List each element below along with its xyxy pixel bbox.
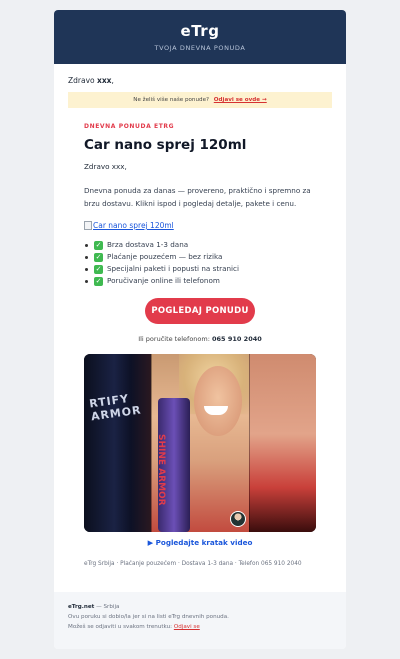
- view-offer-button[interactable]: POGLEDAJ PONUDU: [145, 298, 255, 324]
- email-card: eTrg TVOJA DNEVNA PONUDA Zdravo xxx, Ne …: [54, 10, 346, 649]
- list-item: ✓ Specijalni paketi i popusti na stranici: [84, 263, 316, 275]
- bullet-icon: [85, 267, 88, 271]
- video-thumbnail[interactable]: RTIFY ARMOR SHINE ARMOR: [84, 354, 316, 532]
- list-item: ✓ Poručivanje online ili telefonom: [84, 275, 316, 287]
- phone-order-line: Ili poručite telefonom: 065 910 2040: [138, 335, 262, 343]
- offer-title: Car nano sprej 120ml: [84, 137, 247, 153]
- product-image-link[interactable]: Car nano sprej 120ml: [84, 221, 316, 230]
- header-tagline: TVOJA DNEVNA PONUDA: [154, 44, 246, 52]
- broken-image-icon: [84, 221, 92, 230]
- footer-site[interactable]: eTrg.net: [68, 604, 94, 610]
- unsubscribe-link[interactable]: Odjavi se ovde →: [214, 97, 267, 103]
- checkmark-icon: ✓: [94, 276, 103, 286]
- recipient-name: xxx: [97, 76, 112, 85]
- bullet-icon: [85, 279, 88, 283]
- bullet-icon: [85, 255, 88, 259]
- greeting: Zdravo xxx,: [68, 76, 114, 85]
- footer-reason: Ovu poruku si dobio/la jer si na listi e…: [68, 614, 229, 620]
- checkmark-icon: ✓: [94, 240, 103, 250]
- brand-logo[interactable]: eTrg: [54, 22, 346, 40]
- feature-list: ✓ Brza dostava 1-3 dana ✓ Plaćanje pouzeće…: [84, 239, 316, 287]
- watch-video-link[interactable]: ▶ Pogledajte kratak video: [84, 538, 316, 547]
- bullet-icon: [85, 243, 88, 247]
- face-shape: [194, 366, 242, 436]
- email-footer: eTrg.net — Srbija Ovu poruku si dobio/la…: [54, 592, 346, 649]
- cta-container: POGLEDAJ PONUDU: [84, 298, 316, 324]
- footer-unsubscribe-line: Možeš se odjaviti u svakom trenutku: Odj…: [68, 624, 200, 630]
- footer-unsubscribe-link[interactable]: Odjavi se: [174, 624, 200, 630]
- checkmark-icon: ✓: [94, 264, 103, 274]
- product-image-alt: Car nano sprej 120ml: [93, 221, 174, 230]
- unsubscribe-notice: Ne želiš više naše ponude? Odjavi se ovd…: [68, 92, 332, 108]
- phone-number[interactable]: 065 910 2040: [212, 335, 262, 343]
- email-header: eTrg TVOJA DNEVNA PONUDA: [54, 10, 346, 64]
- offer-content: DNEVNA PONUDA ETRG Car nano sprej 120ml …: [54, 123, 346, 567]
- offer-kicker: DNEVNA PONUDA ETRG: [84, 123, 175, 130]
- list-item: ✓ Plaćanje pouzećem — bez rizika: [84, 251, 316, 263]
- video-frame-right: [249, 354, 316, 532]
- unsubscribe-notice-text: Ne želiš više naše ponude?: [133, 97, 209, 103]
- offer-greeting: Zdravo xxx,: [84, 162, 127, 171]
- bottle-label: SHINE ARMOR: [156, 434, 166, 506]
- list-item: ✓ Brza dostava 1-3 dana: [84, 239, 316, 251]
- frame-divider: [151, 354, 152, 532]
- offer-meta: eTrg Srbija · Plaćanje pouzećem · Dostav…: [84, 561, 302, 567]
- avatar-icon: [230, 511, 246, 527]
- frame-divider: [249, 354, 250, 532]
- footer-site-line: eTrg.net — Srbija: [68, 604, 120, 610]
- offer-description: Dnevna ponuda za danas — provereno, prak…: [84, 186, 311, 208]
- checkmark-icon: ✓: [94, 252, 103, 262]
- video-frame-left: [84, 354, 151, 532]
